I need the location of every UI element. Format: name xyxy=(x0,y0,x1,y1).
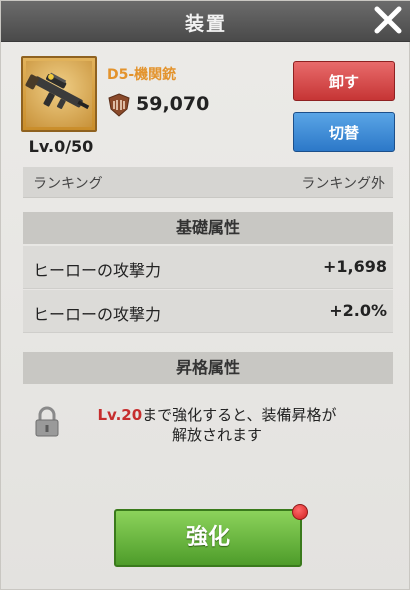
unequip-button[interactable]: 卸す xyxy=(293,61,395,101)
attribute-row: ヒーローの攻撃力 +2.0% xyxy=(23,290,393,333)
attribute-label: ヒーローの攻撃力 xyxy=(33,261,162,280)
power-shield-icon xyxy=(108,93,130,117)
close-icon[interactable] xyxy=(371,3,405,37)
ranking-row: ランキング ランキング外 xyxy=(23,167,393,198)
ranking-value: ランキング外 xyxy=(301,176,385,192)
attribute-label: ヒーローの攻撃力 xyxy=(33,305,162,324)
notice-text-2: 解放されます xyxy=(171,426,262,444)
panel-title: 装置 xyxy=(184,13,227,35)
ranking-label: ランキング xyxy=(33,176,103,192)
upgrade-notice: Lv.20まで強化すると、装備昇格が 解放されます xyxy=(67,405,367,445)
item-name: D5-機関銃 xyxy=(107,67,177,83)
header-bar: 装置 xyxy=(1,1,410,42)
notice-text: まで強化すると、装備昇格が xyxy=(142,406,337,424)
notice-level: Lv.20 xyxy=(97,406,143,424)
enhance-button[interactable]: 強化 xyxy=(114,509,302,567)
notification-dot xyxy=(292,504,308,520)
machine-gun-icon xyxy=(25,72,90,110)
attribute-row: ヒーローの攻撃力 +1,698 xyxy=(23,246,393,289)
switch-button[interactable]: 切替 xyxy=(293,112,395,152)
upgrade-attributes-heading: 昇格属性 xyxy=(23,352,393,384)
equipment-panel: 装置 Lv.0/50 D5-機関銃 59,070 卸す 切替 ランキング ランキ… xyxy=(0,0,410,590)
attribute-value: +2.0% xyxy=(329,301,387,320)
lock-icon xyxy=(35,406,59,437)
attribute-value: +1,698 xyxy=(322,257,387,276)
item-level: Lv.0/50 xyxy=(28,137,94,156)
base-attributes-heading: 基礎属性 xyxy=(23,212,393,244)
item-slot[interactable] xyxy=(21,56,97,132)
combat-power: 59,070 xyxy=(136,93,210,115)
